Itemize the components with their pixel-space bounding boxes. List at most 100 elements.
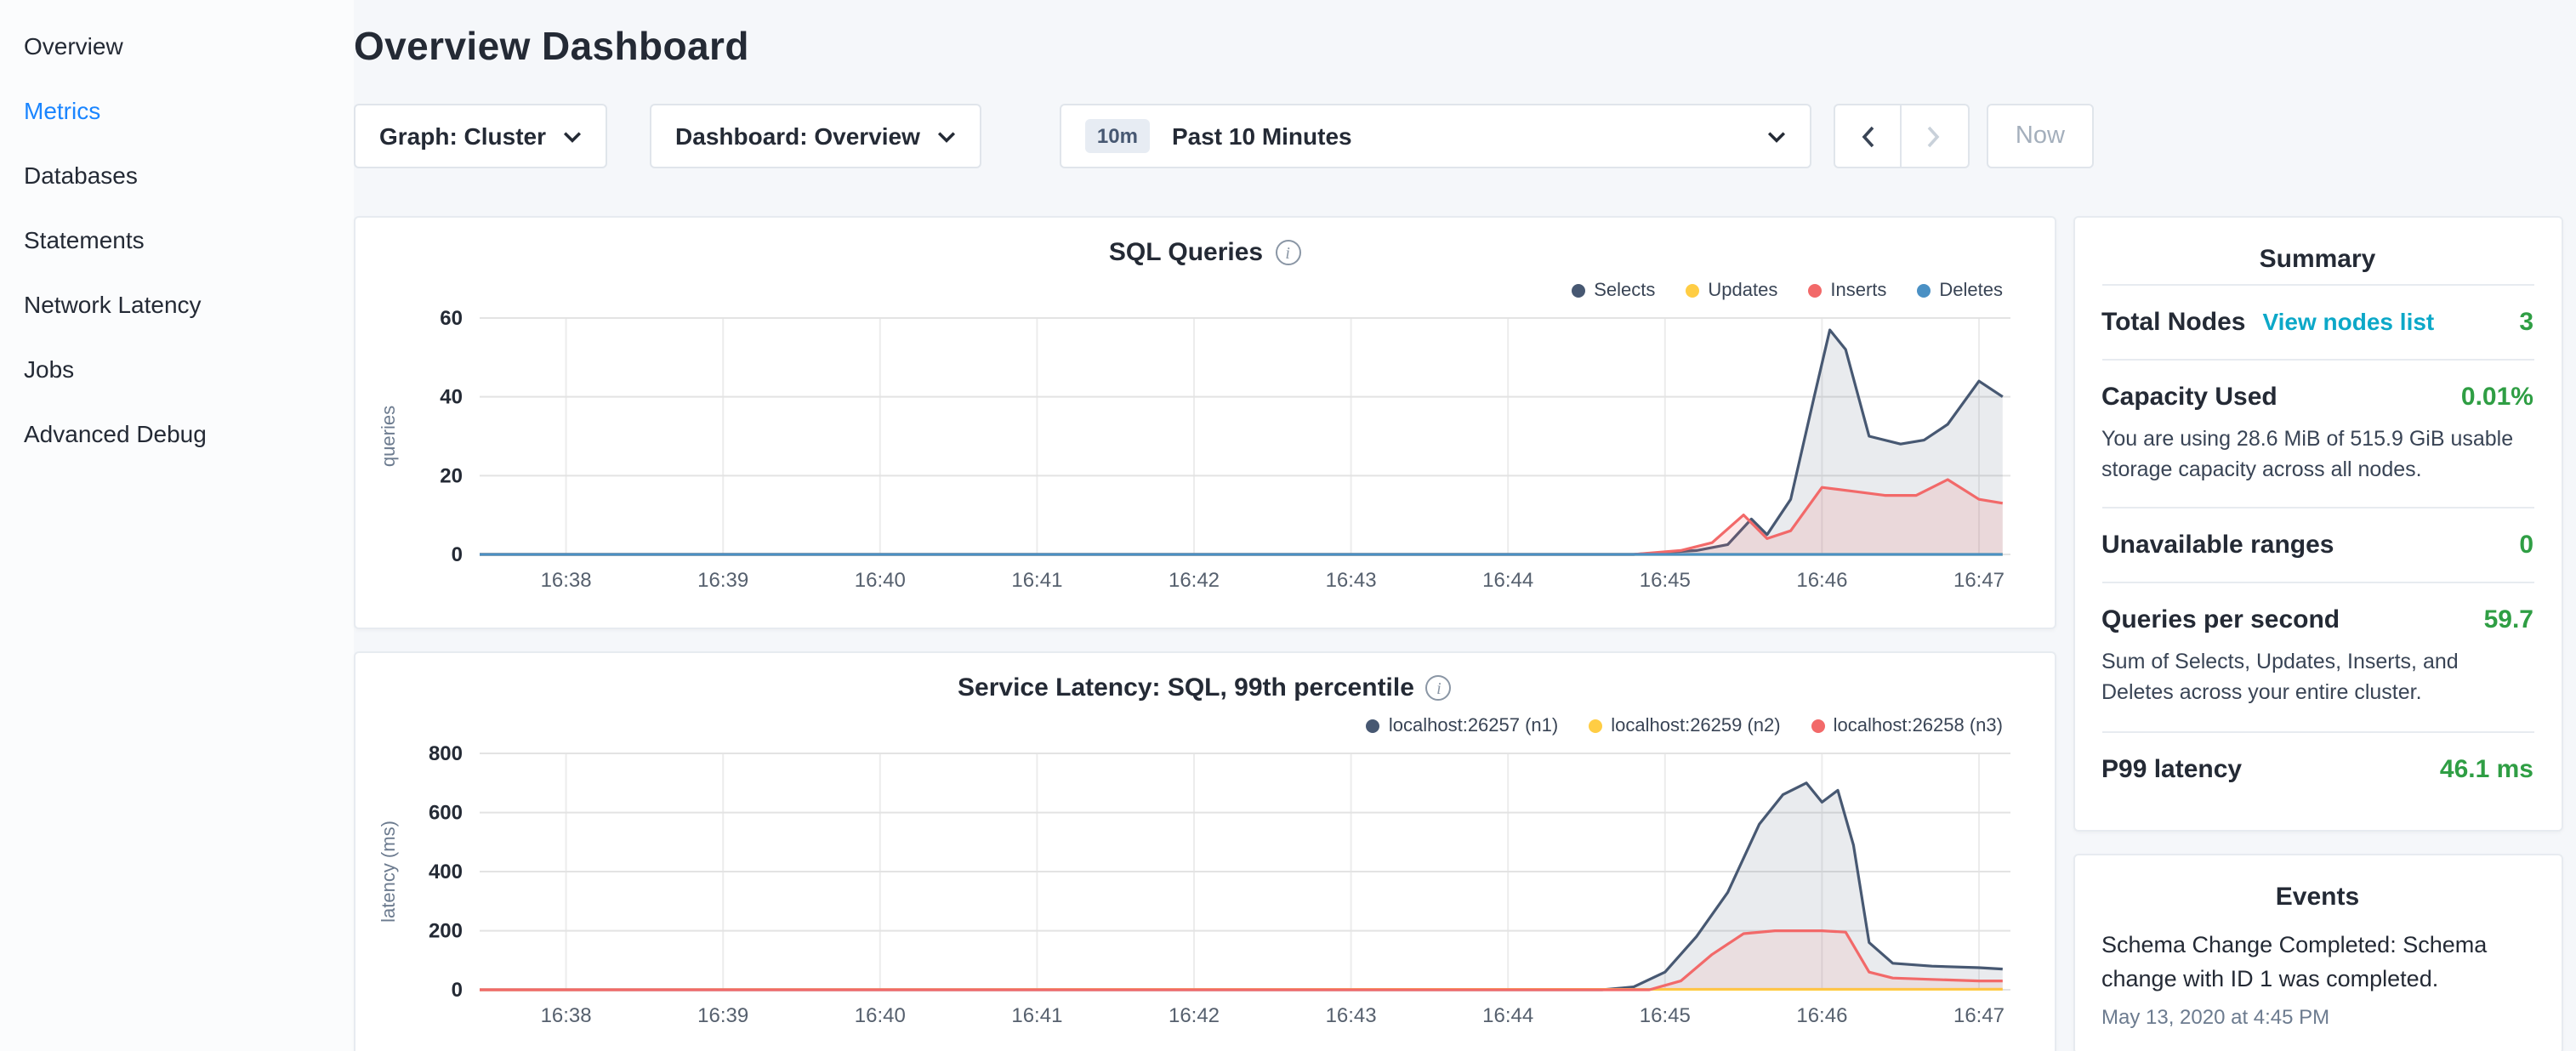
svg-text:0: 0 [452,979,463,1002]
page-title: Overview Dashboard [354,24,2562,70]
svg-text:16:44: 16:44 [1483,569,1534,592]
event-message: Schema Change Completed: Schema change w… [2101,928,2533,997]
time-forward-button[interactable] [1902,104,1970,168]
chart-header: Service Latency: SQL, 99th percentile i [355,673,2054,702]
sidebar: Overview Metrics Databases Statements Ne… [0,0,354,1051]
dashboard-content: SQL Queries i Selects Updates Inserts Delet… [354,216,2562,1051]
stat-value: 3 [2519,308,2533,337]
stat-label: P99 latency [2101,754,2242,783]
legend-item[interactable]: localhost:26258 (n3) [1811,713,2003,740]
time-window-label: Past 10 Minutes [1172,122,1352,150]
chart-title: SQL Queries [1109,238,1263,267]
stat-label: Total Nodes [2101,308,2245,337]
sidebar-item-metrics[interactable]: Metrics [0,78,354,143]
stat-value: 0 [2519,531,2533,560]
stat-capacity-used: Capacity Used 0.01% You are using 28.6 M… [2101,359,2533,508]
svg-text:16:43: 16:43 [1326,569,1377,592]
events-panel: Events Schema Change Completed: Schema c… [2073,853,2562,1051]
legend-item[interactable]: Updates [1686,277,1777,304]
legend-label: localhost:26259 (n2) [1611,716,1780,736]
svg-text:16:44: 16:44 [1483,1004,1534,1027]
view-nodes-list-link[interactable]: View nodes list [2262,308,2434,335]
chart-header: SQL Queries i [355,238,2054,267]
stat-p99-latency: P99 latency 46.1 ms [2101,730,2533,805]
sidebar-item-advanced-debug[interactable]: Advanced Debug [0,401,354,466]
events-title: Events [2101,882,2533,911]
legend-item[interactable]: Selects [1572,277,1655,304]
legend-item[interactable]: Deletes [1917,277,2003,304]
charts-column: SQL Queries i Selects Updates Inserts Delet… [354,216,2056,1051]
svg-text:queries: queries [378,406,400,467]
chevron-down-icon [937,130,956,142]
stat-label: Capacity Used [2101,383,2277,412]
dashboard-selector-dropdown[interactable]: Dashboard: Overview [650,104,981,168]
svg-text:20: 20 [441,464,463,487]
svg-text:16:43: 16:43 [1326,1004,1377,1027]
svg-text:40: 40 [441,386,463,409]
stat-total-nodes: Total Nodes View nodes list 3 [2101,284,2533,359]
time-pager [1834,104,1970,168]
sql-queries-chart-card: SQL Queries i Selects Updates Inserts Delet… [354,216,2056,629]
svg-text:16:39: 16:39 [698,569,749,592]
time-range-dropdown[interactable]: 10m Past 10 Minutes [1060,104,1811,168]
service-latency-chart-card: Service Latency: SQL, 99th percentile i … [354,651,2056,1051]
info-icon[interactable]: i [1275,240,1300,265]
legend-dot-icon [1917,284,1931,298]
sql-queries-chart[interactable]: 16:38 16:39 16:40 16:41 16:42 16:43 16:44 16:45… [372,308,2039,605]
chart-legend: localhost:26257 (n1) localhost:26259 (n2)… [355,702,2054,740]
sidebar-item-databases[interactable]: Databases [0,143,354,207]
legend-item[interactable]: localhost:26257 (n1) [1367,713,1558,740]
app-root: Overview Metrics Databases Statements Ne… [0,0,2576,1051]
stat-description: You are using 28.6 MiB of 515.9 GiB usab… [2101,423,2533,486]
time-back-button[interactable] [1834,104,1902,168]
legend-label: Updates [1708,281,1777,301]
graph-selector-dropdown[interactable]: Graph: Cluster [354,104,607,168]
now-button[interactable]: Now [1987,104,2094,168]
legend-item[interactable]: Inserts [1808,277,1886,304]
legend-dot-icon [1808,284,1822,298]
toolbar: Graph: Cluster Dashboard: Overview 10m P… [354,104,2562,168]
right-sidebar: Summary Total Nodes View nodes list 3 Ca… [2073,216,2562,1051]
service-latency-chart[interactable]: 16:3816:3916:4016:4116:4216:4316:4416:45… [372,743,2039,1041]
legend-label: localhost:26258 (n3) [1834,716,2003,736]
svg-text:60: 60 [441,308,463,330]
stat-value: 0.01% [2461,383,2533,412]
chart-title: Service Latency: SQL, 99th percentile [958,673,1414,702]
event-timestamp: May 13, 2020 at 4:45 PM [2101,1005,2533,1029]
chevron-left-icon [1861,125,1874,147]
svg-text:800: 800 [429,743,463,765]
svg-text:16:42: 16:42 [1169,569,1220,592]
sidebar-item-overview[interactable]: Overview [0,14,354,78]
svg-text:16:41: 16:41 [1012,1004,1063,1027]
stat-label: Unavailable ranges [2101,531,2334,560]
svg-text:0: 0 [452,543,463,566]
chart-legend: Selects Updates Inserts Deletes [355,267,2054,304]
svg-text:16:47: 16:47 [1953,569,2005,592]
stat-value: 59.7 [2484,606,2533,635]
chevron-right-icon [1928,125,1942,147]
svg-text:16:45: 16:45 [1640,569,1691,592]
svg-text:16:40: 16:40 [855,569,906,592]
sidebar-item-jobs[interactable]: Jobs [0,337,354,401]
svg-text:16:39: 16:39 [698,1004,749,1027]
svg-text:200: 200 [429,920,463,943]
legend-label: Selects [1594,281,1655,301]
stat-value: 46.1 ms [2440,754,2533,783]
legend-dot-icon [1589,719,1602,733]
svg-text:16:47: 16:47 [1953,1004,2005,1027]
summary-panel: Summary Total Nodes View nodes list 3 Ca… [2073,216,2562,831]
sidebar-item-statements[interactable]: Statements [0,207,354,272]
svg-text:600: 600 [429,802,463,825]
svg-text:16:38: 16:38 [541,569,592,592]
svg-text:16:38: 16:38 [541,1004,592,1027]
svg-text:16:42: 16:42 [1169,1004,1220,1027]
svg-text:16:41: 16:41 [1012,569,1063,592]
info-icon[interactable]: i [1426,675,1452,701]
svg-text:16:46: 16:46 [1797,1004,1848,1027]
legend-dot-icon [1686,284,1699,298]
stat-label: Queries per second [2101,606,2340,635]
event-item[interactable]: Schema Change Completed: Schema change w… [2101,928,2533,1029]
sidebar-item-network-latency[interactable]: Network Latency [0,272,354,337]
legend-item[interactable]: localhost:26259 (n2) [1589,713,1780,740]
legend-dot-icon [1811,719,1825,733]
